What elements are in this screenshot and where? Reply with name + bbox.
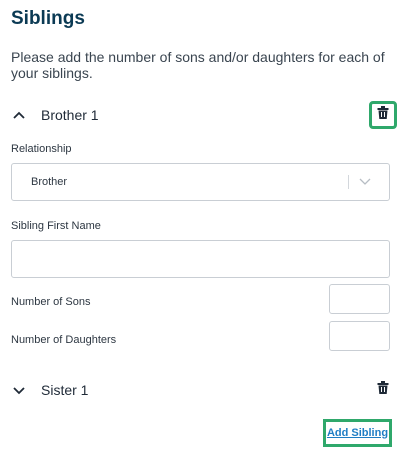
- chevron-down-icon: [11, 382, 27, 398]
- relationship-select[interactable]: Brother: [11, 163, 390, 201]
- delete-sibling-button[interactable]: [369, 101, 397, 129]
- relationship-select-value: Brother: [31, 176, 68, 188]
- first-name-input[interactable]: [11, 240, 390, 278]
- sons-label: Number of Sons: [11, 296, 91, 308]
- page-intro: Please add the number of sons and/or dau…: [11, 49, 385, 81]
- trash-icon: [377, 381, 389, 399]
- page-title: Siblings: [11, 8, 85, 29]
- sons-input[interactable]: [329, 284, 390, 314]
- relationship-label: Relationship: [11, 143, 72, 155]
- sibling-accordion-title: Sister 1: [41, 382, 89, 398]
- daughters-input[interactable]: [329, 321, 390, 351]
- add-sibling-link[interactable]: Add Sibling: [323, 419, 392, 447]
- daughters-label: Number of Daughters: [11, 334, 117, 346]
- delete-sibling-button[interactable]: [372, 379, 394, 401]
- trash-icon: [377, 106, 389, 124]
- sibling-accordion-title: Brother 1: [41, 107, 99, 123]
- chevron-up-icon: [11, 107, 27, 123]
- select-divider: [348, 175, 349, 189]
- sibling-accordion-header-sister-1[interactable]: Sister 1: [11, 378, 88, 402]
- select-chevron-icon: [359, 178, 373, 186]
- first-name-label: Sibling First Name: [11, 220, 101, 232]
- sibling-accordion-header-brother-1[interactable]: Brother 1: [11, 103, 99, 127]
